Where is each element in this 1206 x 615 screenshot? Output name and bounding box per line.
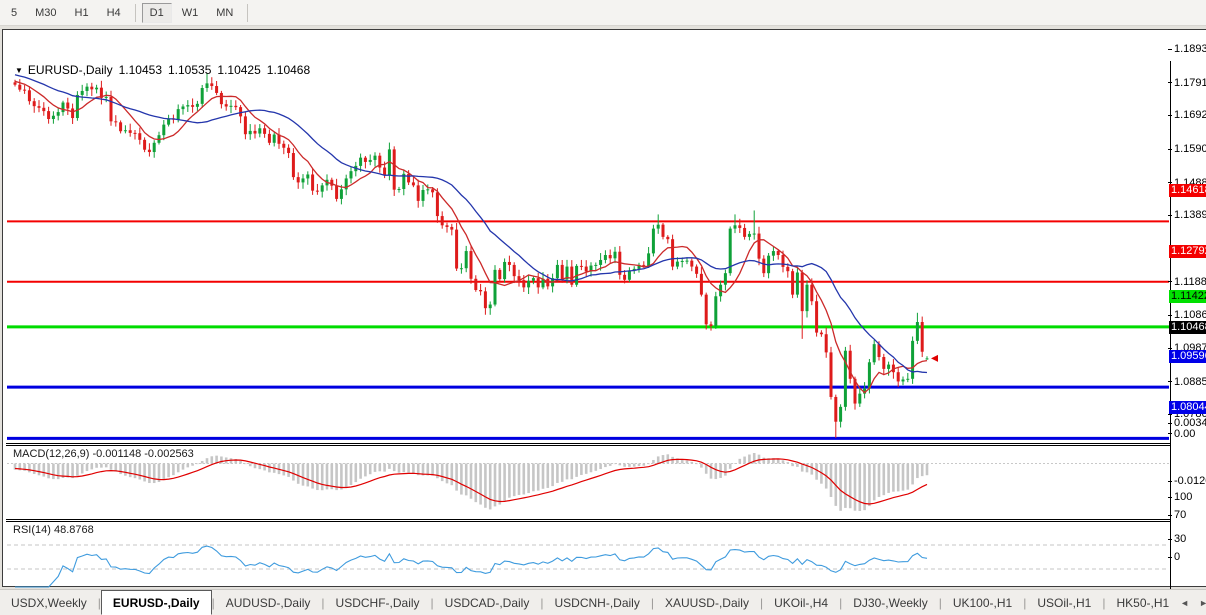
tab-usdcnh-daily[interactable]: USDCNH-,Daily [543,590,650,615]
timeframe-m5[interactable]: 5 [3,3,25,23]
price-badge-1.12792: 1.12792 [1169,244,1206,258]
tab-scroll-right-icon[interactable]: ► [1199,598,1206,608]
price-badge-1.11422: 1.11422 [1169,289,1206,303]
price-tick-1.11880: 1.11880 [1168,276,1206,288]
price-badge-1.10468: 1.10468 [1169,321,1206,335]
price-tick-1.10860: 1.10860 [1168,309,1206,321]
chart-window[interactable]: ▼ EURUSD-,Daily 1.10453 1.10535 1.10425 1.104… [2,29,1206,611]
tab-uk100-h1[interactable]: UK100-,H1 [942,590,1023,615]
rsi-axis-70: 70 [1168,509,1186,521]
macd-axis-min: -0.01205 [1168,475,1206,487]
rsi-axis-0: 0 [1168,551,1180,563]
tab-dj30-weekly[interactable]: DJ30-,Weekly [842,590,938,615]
tab-ukoil-h4[interactable]: UKOil-,H4 [763,590,839,615]
price-chart-panel[interactable] [7,61,1169,443]
timeframe-toolbar: 5 M30 H1 H4 D1 W1 MN [0,0,1206,26]
tab-audusd-daily[interactable]: AUDUSD-,Daily [215,590,322,615]
timeframe-w1[interactable]: W1 [174,3,207,23]
price-badge-1.09596: 1.09596 [1169,350,1206,364]
price-tick-1.17910: 1.17910 [1168,77,1206,89]
tab-usdx-weekly[interactable]: USDX,Weekly [0,590,98,615]
tab-xauusd-daily[interactable]: XAUUSD-,Daily [654,590,760,615]
price-badge-1.14618: 1.14618 [1169,184,1206,198]
price-badge-1.08044: 1.08044 [1169,401,1206,415]
timeframe-d1[interactable]: D1 [141,2,172,23]
rsi-axis-30: 30 [1168,533,1186,545]
price-axis: 1.189301.179101.169201.159001.148801.138… [1168,29,1206,569]
panel-divider[interactable] [6,443,1170,444]
timeframe-mn[interactable]: MN [208,3,241,23]
tab-scroll-arrows: ◄ ► [1180,590,1206,615]
chart-tab-bar: USDX,Weekly | EURUSD-,Daily | AUDUSD-,Daily |… [0,589,1206,615]
rsi-line [15,545,928,588]
fast-ma-line [14,80,928,394]
price-tick-1.15900: 1.15900 [1168,143,1206,155]
price-tick-1.08850: 1.08850 [1168,376,1206,388]
timeframe-h1[interactable]: H1 [67,3,97,23]
tab-usdcad-daily[interactable]: USDCAD-,Daily [434,590,541,615]
price-tick-1.18930: 1.18930 [1168,43,1206,55]
tab-usdchf-daily[interactable]: USDCHF-,Daily [325,590,431,615]
timeframe-m30[interactable]: M30 [27,3,64,23]
tab-hk50-h1[interactable]: HK50-,H1 [1105,590,1180,615]
price-tick-1.16920: 1.16920 [1168,109,1206,121]
price-tick-1.13890: 1.13890 [1168,209,1206,221]
rsi-axis-100: 100 [1168,491,1192,503]
macd-panel[interactable] [7,445,1169,519]
tab-scroll-left-icon[interactable]: ◄ [1180,598,1189,608]
tab-usoil-h1[interactable]: USOil-,H1 [1026,590,1102,615]
toolbar-separator [134,3,136,22]
tab-eurusd-daily[interactable]: EURUSD-,Daily [100,590,212,615]
toolbar-separator [247,3,249,22]
current-price-arrow-icon [931,354,938,362]
rsi-panel[interactable] [7,521,1169,595]
timeframe-h4[interactable]: H4 [99,3,129,23]
macd-axis-zero: 0.00 [1168,428,1195,440]
panel-divider[interactable] [6,519,1170,520]
